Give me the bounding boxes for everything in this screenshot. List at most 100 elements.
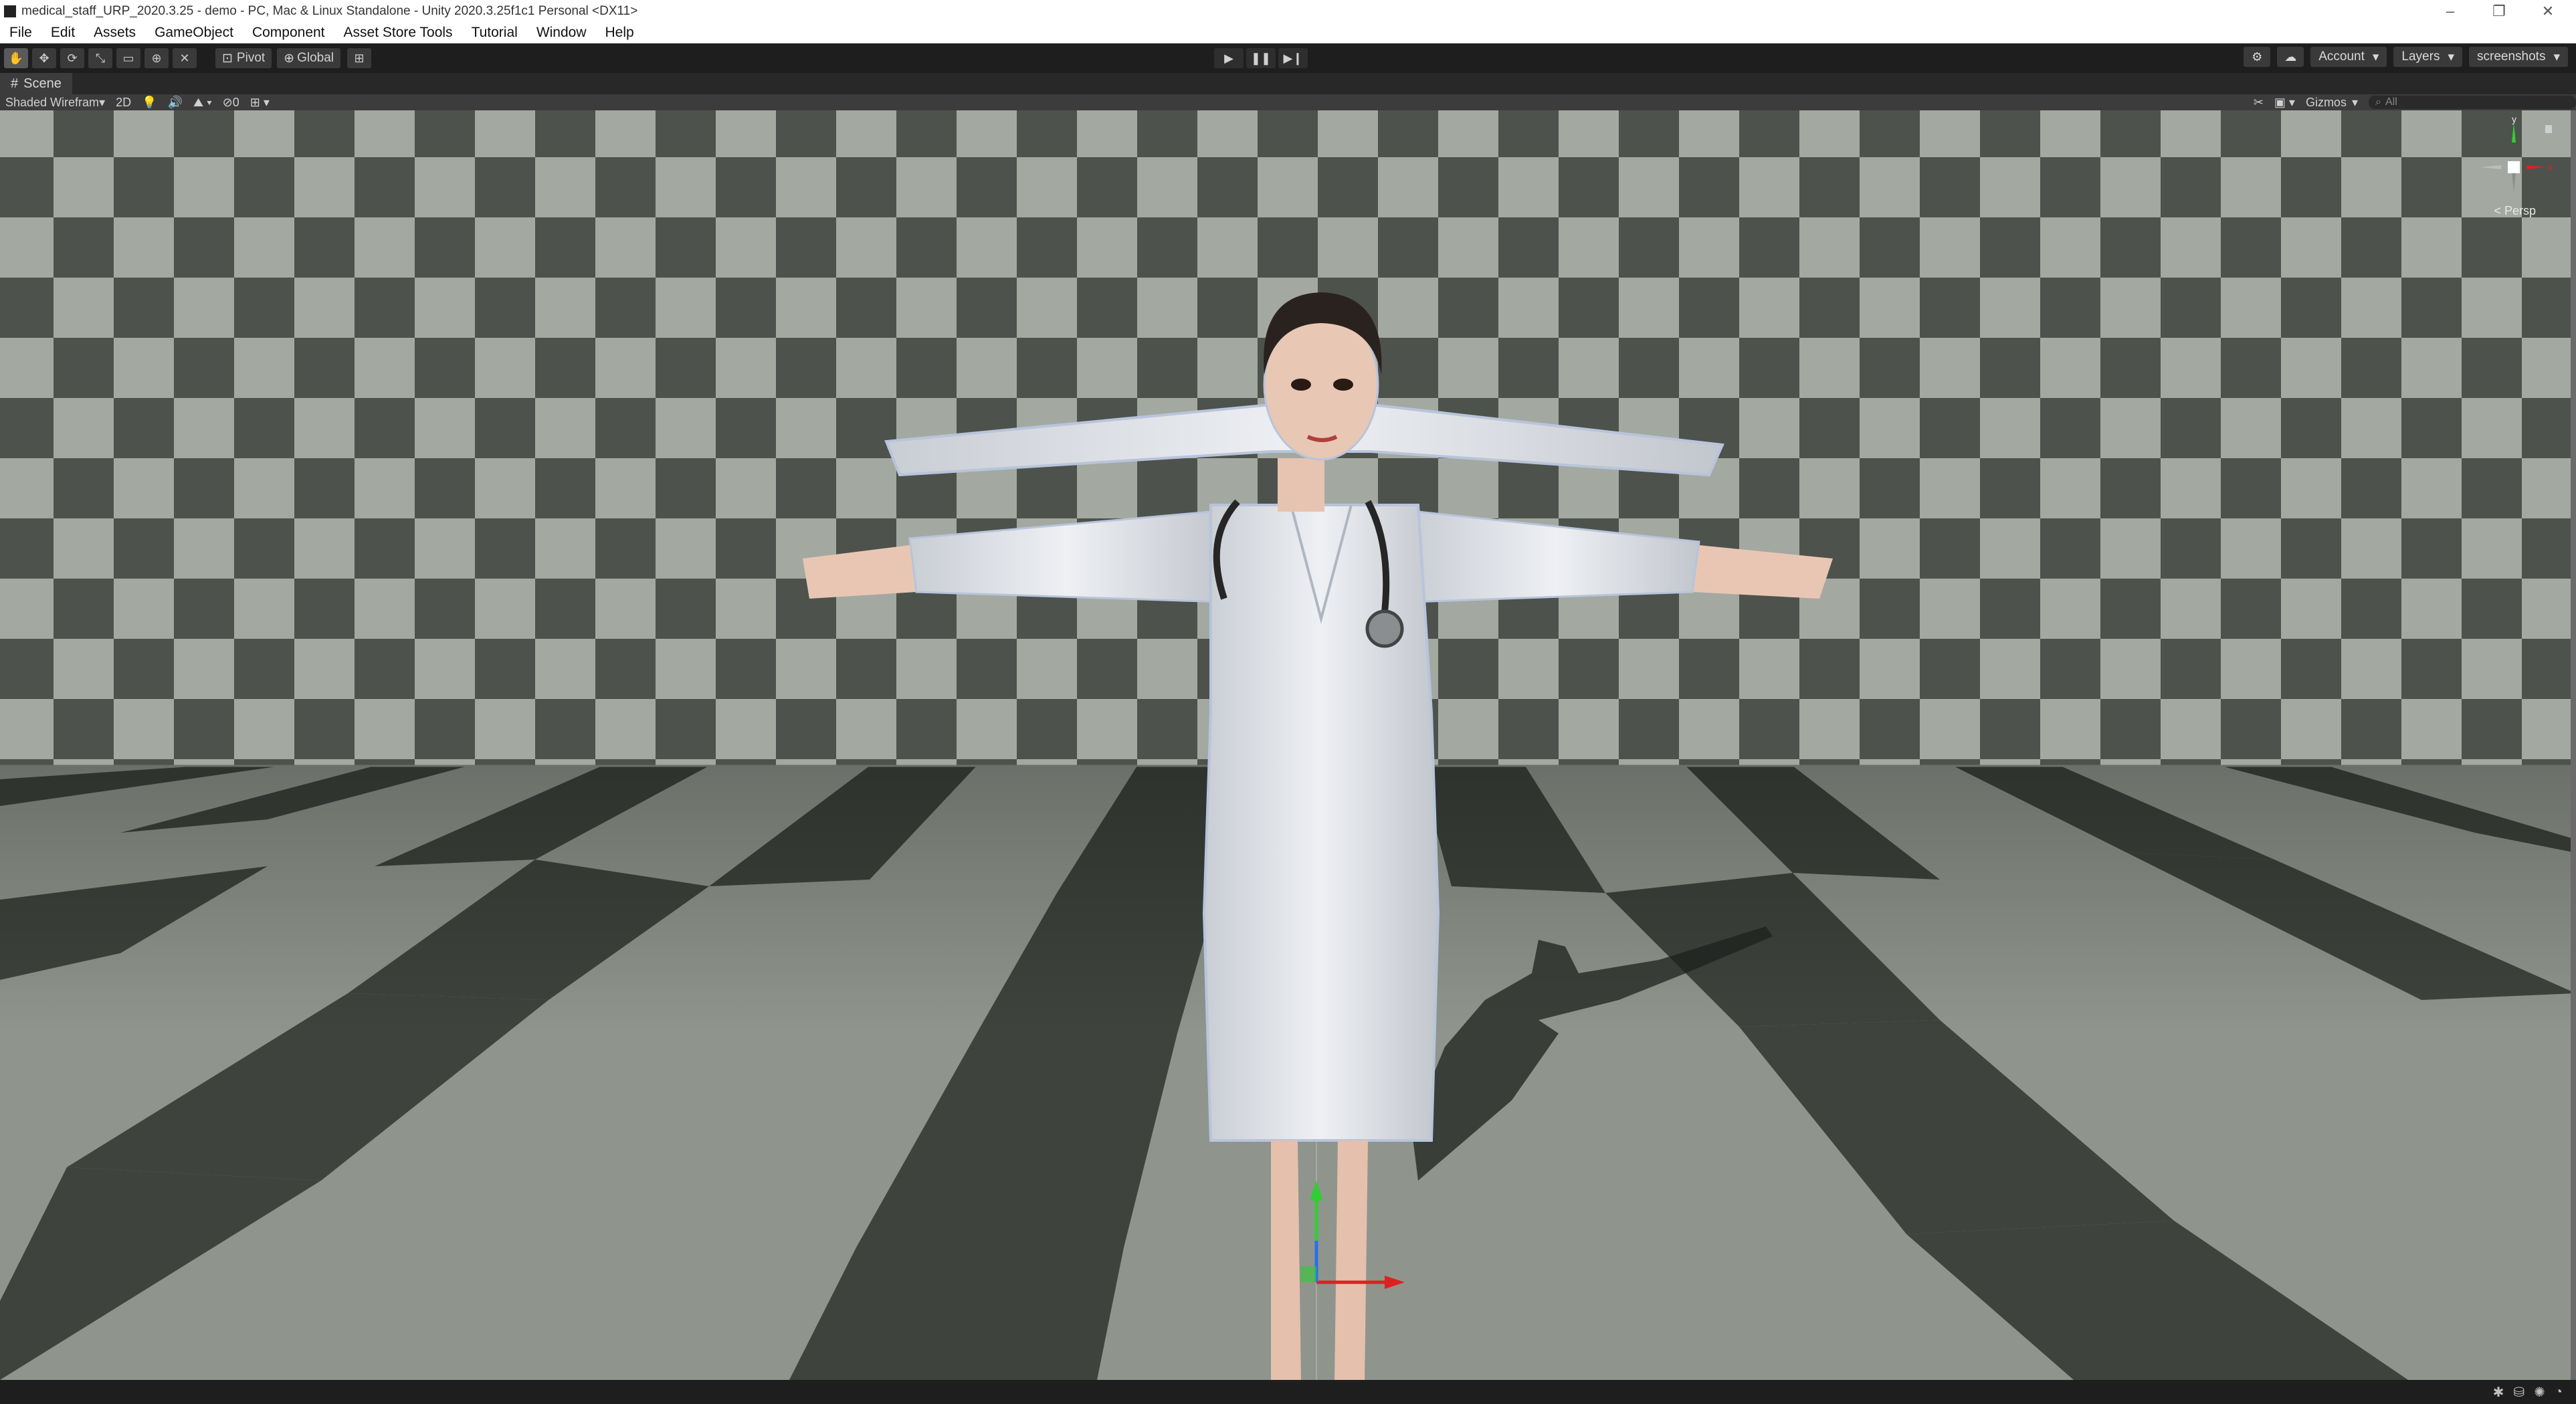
play-icon: ▶ — [1224, 51, 1233, 65]
transform-tool-icon: ⊕ — [151, 51, 162, 65]
global-toggle[interactable]: ⊕ Global — [277, 48, 341, 68]
scale-tool-icon: ⤡ — [95, 51, 106, 65]
light-bulb-icon: 💡 — [142, 95, 157, 109]
wrench-icon: ✂ — [2253, 95, 2264, 109]
camera-projection-label[interactable]: < Persp — [2494, 204, 2536, 218]
window-title: medical_staff_URP_2020.3.25 - demo - PC,… — [21, 4, 638, 18]
toggle-2d-button[interactable]: 2D — [110, 95, 136, 110]
menu-asset-store-tools[interactable]: Asset Store Tools — [334, 25, 462, 41]
move-tool-button[interactable]: ✥ — [32, 48, 56, 68]
scene-search-input[interactable]: ⌕ All — [2369, 96, 2576, 109]
scene-tab-bar: # Scene — [0, 73, 2576, 94]
chevron-down-icon: ▾ — [2553, 49, 2560, 64]
lighting-status-icon[interactable]: ✺ — [2534, 1384, 2545, 1401]
gizmos-dropdown[interactable]: Gizmos ▾ — [2300, 95, 2363, 110]
menu-component[interactable]: Component — [243, 25, 334, 41]
bug-icon[interactable]: ✱ — [2493, 1384, 2504, 1401]
hidden-count: 0 — [232, 95, 239, 109]
audio-toggle[interactable]: 🔊 — [163, 95, 188, 110]
chevron-down-icon: ▾ — [2372, 49, 2379, 64]
lighting-toggle[interactable]: 💡 — [136, 95, 162, 110]
menu-gameobject[interactable]: GameObject — [145, 25, 243, 41]
rect-tool-icon: ▭ — [122, 51, 134, 65]
hidden-objects-toggle[interactable]: ⊘ 0 — [217, 95, 245, 110]
effects-dropdown[interactable]: ⛰ ▾ — [188, 95, 217, 110]
chevron-down-icon: ▾ — [2448, 49, 2454, 64]
custom-tool-icon: ✕ — [179, 51, 190, 65]
chevron-down-icon: ▾ — [99, 95, 106, 109]
globe-icon: ⊕ — [284, 51, 295, 66]
custom-tool-button[interactable]: ✕ — [173, 48, 197, 68]
camera-dropdown[interactable]: ▣ ▾ — [2269, 95, 2300, 110]
account-label: Account — [2318, 49, 2365, 64]
scene-render — [0, 110, 2576, 1380]
layout-label: screenshots — [2477, 49, 2546, 64]
toolbar-right: ⚙ ☁ Account ▾ Layers ▾ screenshots ▾ — [2244, 47, 2568, 67]
scene-view-toolbar: Shaded Wirefram ▾ 2D 💡 🔊 ⛰ ▾ ⊘ 0 ⊞ ▾ ✂ ▣… — [0, 94, 2576, 110]
account-dropdown[interactable]: Account ▾ — [2310, 47, 2387, 67]
global-label: Global — [297, 51, 334, 65]
menu-window[interactable]: Window — [527, 25, 596, 41]
transform-tool-button[interactable]: ⊕ — [144, 48, 169, 68]
grid-icon: ⊞ ▾ — [250, 95, 270, 109]
tab-scene[interactable]: # Scene — [0, 73, 72, 94]
menu-bar: File Edit Assets GameObject Component As… — [0, 23, 2576, 43]
speaker-icon: 🔊 — [167, 95, 183, 109]
step-button[interactable]: ▶❙ — [1278, 48, 1308, 68]
snap-grid-button[interactable]: ⊞ — [347, 48, 372, 68]
axis-y-label: y — [2512, 117, 2516, 124]
step-icon: ▶❙ — [1283, 51, 1303, 65]
draw-mode-label: Shaded Wirefram — [5, 95, 100, 109]
menu-file[interactable]: File — [0, 25, 41, 41]
menu-edit[interactable]: Edit — [41, 25, 84, 41]
cloud-icon: ☁ — [2284, 49, 2297, 64]
pause-button[interactable]: ❚❚ — [1246, 48, 1276, 68]
tab-scene-label: Scene — [23, 76, 62, 91]
gizmos-label: Gizmos — [2305, 95, 2347, 109]
chevron-down-icon: ▾ — [2351, 95, 2358, 109]
pivot-label: Pivot — [236, 51, 266, 65]
tools-toggle[interactable]: ✂ — [2248, 95, 2269, 110]
pivot-toggle[interactable]: ⊡ Pivot — [215, 48, 272, 68]
minimize-button[interactable]: – — [2426, 0, 2474, 23]
grid-dropdown[interactable]: ⊞ ▾ — [245, 95, 275, 110]
menu-help[interactable]: Help — [596, 25, 643, 41]
maximize-button[interactable]: ❐ — [2475, 0, 2523, 23]
rect-tool-button[interactable]: ▭ — [116, 48, 140, 68]
camera-icon: ▣ ▾ — [2274, 95, 2295, 109]
progress-check-icon[interactable]: ◔ — [2555, 1385, 2563, 1400]
layout-dropdown[interactable]: screenshots ▾ — [2469, 47, 2568, 67]
layers-dropdown[interactable]: Layers ▾ — [2393, 47, 2462, 67]
scene-viewport[interactable]: y x < Persp — [0, 110, 2576, 1380]
unity-logo-icon — [4, 5, 16, 17]
cache-icon[interactable]: ⛁ — [2513, 1384, 2524, 1401]
eye-slash-icon: ⊘ — [222, 95, 233, 109]
lock-icon[interactable] — [2545, 125, 2552, 133]
layers-label: Layers — [2401, 49, 2440, 64]
hand-tool-button[interactable]: ✋ — [4, 48, 28, 68]
menu-tutorial[interactable]: Tutorial — [462, 25, 527, 41]
collab-button[interactable]: ⚙ — [2244, 47, 2271, 67]
cloud-button[interactable]: ☁ — [2277, 47, 2304, 67]
rotate-tool-button[interactable]: ⟳ — [60, 48, 84, 68]
effects-icon: ⛰ ▾ — [193, 95, 212, 109]
viewport-edge-scrollbar[interactable] — [2571, 110, 2576, 1380]
move-tool-icon: ✥ — [39, 51, 49, 65]
hand-tool-icon: ✋ — [8, 51, 24, 65]
pause-icon: ❚❚ — [1250, 51, 1272, 65]
rotate-tool-icon: ⟳ — [67, 51, 78, 65]
grid-snap-icon: ⊞ — [354, 51, 365, 65]
close-button[interactable]: ✕ — [2524, 0, 2572, 23]
orientation-gizmo[interactable]: y x — [2470, 117, 2557, 217]
status-bar: ✱ ⛁ ✺ ◔ — [0, 1380, 2576, 1404]
scale-tool-button[interactable]: ⤡ — [88, 48, 112, 68]
play-button[interactable]: ▶ — [1214, 48, 1244, 68]
play-controls: ▶ ❚❚ ▶❙ — [1214, 48, 1308, 68]
draw-mode-dropdown[interactable]: Shaded Wirefram ▾ — [0, 95, 110, 110]
search-placeholder: All — [2385, 96, 2397, 108]
menu-assets[interactable]: Assets — [84, 25, 145, 41]
axis-x-label: x — [2548, 162, 2553, 173]
pivot-icon: ⊡ — [222, 51, 233, 66]
search-icon: ⌕ — [2375, 96, 2381, 108]
window-titlebar: medical_staff_URP_2020.3.25 - demo - PC,… — [0, 0, 2576, 23]
